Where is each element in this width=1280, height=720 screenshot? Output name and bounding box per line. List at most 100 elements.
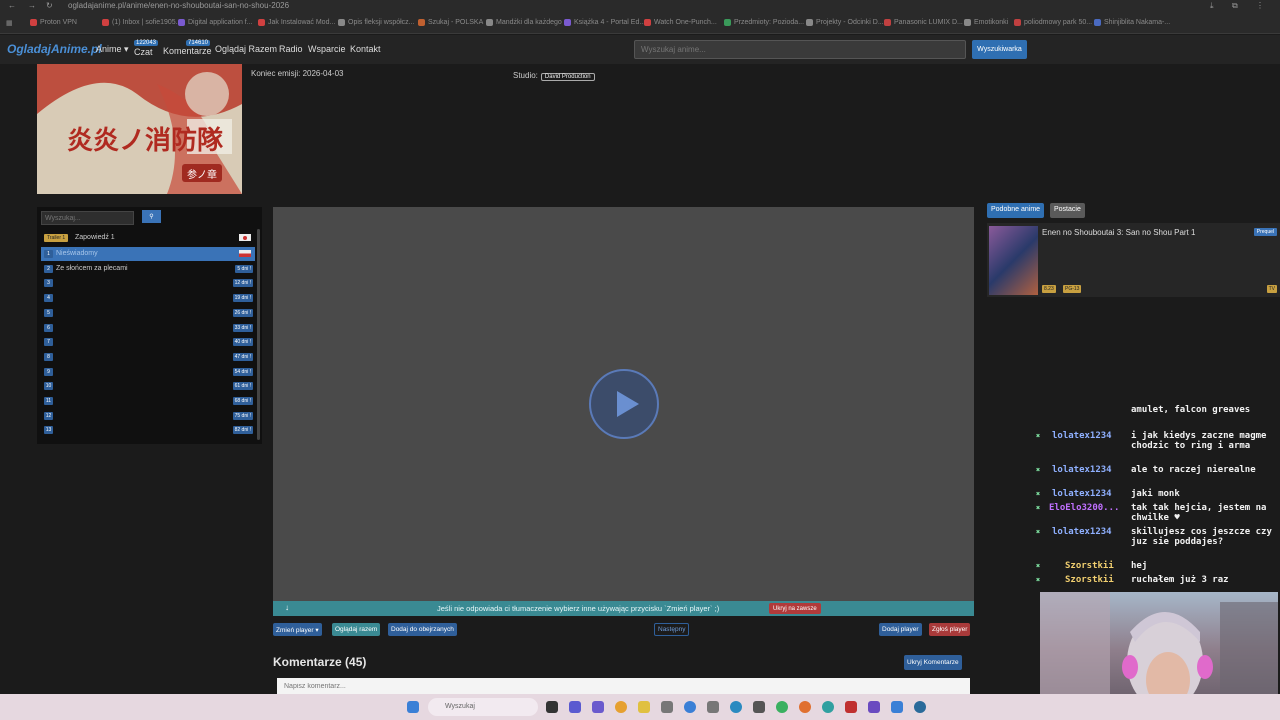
messenger-icon[interactable] [684, 701, 696, 713]
firefox-icon[interactable] [799, 701, 811, 713]
app-icon[interactable] [868, 701, 880, 713]
episode-row[interactable]: 1 Nieświadomy [41, 247, 255, 261]
hide-comments-button[interactable]: Ukryj Komentarze [904, 655, 962, 670]
bookmark-item[interactable]: Książka 4 - Portal Ed... [564, 19, 645, 26]
bookmark-item[interactable]: Mandżki dla każdego [486, 19, 562, 26]
bookmark-item[interactable]: Projekty - Odcinki D... [806, 19, 884, 26]
bookmark-item[interactable]: Jak Instalować Mod... [258, 19, 335, 26]
days-until-badge: 26 dni ! [232, 308, 253, 317]
nav-contact[interactable]: Kontakt [350, 44, 381, 54]
change-player-button[interactable]: Zmień player ▾ [273, 623, 322, 636]
teams-icon[interactable] [592, 701, 604, 713]
bookmark-item[interactable]: Digital application f... [178, 19, 253, 26]
episode-row[interactable]: 5 26 dni ! [41, 306, 255, 320]
episode-row[interactable]: 7 40 dni ! [41, 335, 255, 349]
similar-anime-card[interactable]: Enen no Shouboutai 3: San no Shou Part 1… [987, 223, 1280, 297]
whatsapp-icon[interactable] [776, 701, 788, 713]
similar-anime-title[interactable]: Enen no Shouboutai 3: San no Shou Part 1 [1042, 228, 1195, 237]
url-text[interactable]: ogladajanime.pl/anime/enen-no-shouboutai… [68, 1, 289, 10]
comment-input[interactable] [277, 678, 970, 694]
badge-icon: ✖ [1036, 466, 1041, 474]
nav-comments[interactable]: Komentarze [163, 46, 212, 56]
explorer-icon[interactable] [638, 701, 650, 713]
episode-number: 9 [44, 367, 53, 376]
bookmark-item[interactable]: Panasonic LUMIX D... [884, 19, 963, 26]
nav-radio[interactable]: Radio [279, 44, 303, 54]
chat-message-text: skillujesz cos jeszcze czy juz sie podda… [1131, 527, 1272, 547]
chrome-icon[interactable] [615, 701, 627, 713]
hide-forever-button[interactable]: Ukryj na zawsze [769, 603, 821, 614]
episode-row[interactable]: 10 61 dni ! [41, 379, 255, 393]
episode-row[interactable]: 8 47 dni ! [41, 350, 255, 364]
steam-app-icon[interactable] [914, 701, 926, 713]
taskbar-search[interactable]: Wyszukaj [428, 698, 538, 716]
episode-number: 8 [44, 352, 53, 361]
studio-tag[interactable]: David Production [540, 73, 595, 81]
task-view-icon[interactable] [546, 701, 558, 713]
nav-support[interactable]: Wsparcie [308, 44, 346, 54]
tab-characters[interactable]: Postacie [1050, 203, 1085, 218]
download-icon[interactable]: ⤓ [1210, 1, 1214, 11]
episode-row[interactable]: 13 82 dni ! [41, 423, 255, 437]
app-icon[interactable] [661, 701, 673, 713]
forward-icon[interactable]: → [28, 1, 36, 10]
episode-search-button[interactable]: ⚲ [142, 210, 161, 223]
similar-anime-thumbnail[interactable] [989, 226, 1038, 295]
steam-icon[interactable] [753, 701, 765, 713]
bookmark-item[interactable]: Szukaj - POLSKA [418, 19, 483, 26]
episode-number: 3 [44, 279, 53, 288]
video-player[interactable] [273, 207, 974, 601]
days-until-badge: 82 dni ! [232, 426, 253, 435]
back-icon[interactable]: ← [8, 1, 16, 10]
episode-row[interactable]: 2 Ze słońcem za plecami 5 dni ! [41, 262, 255, 276]
tab-similar-anime[interactable]: Podobne anime [987, 203, 1045, 218]
chat-username: lolatex1234 [1052, 431, 1112, 441]
episode-row[interactable]: 3 12 dni ! [41, 276, 255, 290]
episode-row[interactable]: 11 68 dni ! [41, 394, 255, 408]
bookmark-item[interactable]: Przedmioty: Pozioda... [724, 19, 804, 26]
episode-row[interactable]: 9 54 dni ! [41, 365, 255, 379]
episode-list-scrollbar[interactable] [257, 229, 260, 440]
watch-together-button[interactable]: Oglądaj razem [332, 623, 381, 636]
reload-icon[interactable]: ↻ [46, 1, 53, 10]
next-episode-button[interactable]: Następny [654, 623, 690, 636]
site-navbar: OgladajAnime.pl Anime ▾ 122043 Czat 7146… [0, 35, 1280, 64]
edge-icon[interactable] [822, 701, 834, 713]
search-button[interactable]: Wyszukiwarka [972, 40, 1027, 59]
app-icon[interactable] [891, 701, 903, 713]
menu-icon[interactable]: ⋮ [1256, 1, 1264, 10]
nav-watch-together[interactable]: Oglądaj Razem [215, 44, 277, 54]
add-player-button[interactable]: Dodaj player [879, 623, 922, 636]
apps-icon[interactable]: ▦ [6, 19, 13, 27]
anime-search-input[interactable] [634, 40, 966, 59]
episode-search-input[interactable] [41, 211, 134, 225]
bookmark-item[interactable]: Opis fleksji współcz... [338, 19, 415, 26]
episode-row[interactable]: 4 19 dni ! [41, 291, 255, 305]
chat-message-text: ruchałem już 3 raz [1131, 575, 1229, 585]
bookmark-item[interactable]: Proton VPN [30, 19, 77, 26]
app-icon[interactable] [845, 701, 857, 713]
nav-anime[interactable]: Anime ▾ [96, 44, 129, 55]
trailer-row[interactable]: Trailer 1 Zapowiedź 1 [41, 231, 255, 245]
add-to-watched-button[interactable]: Dodaj do obejrzanych [388, 623, 457, 636]
nav-chat[interactable]: Czat [134, 47, 153, 57]
days-until-badge: 40 dni ! [232, 338, 253, 347]
calculator-icon[interactable] [707, 701, 719, 713]
bookmark-item[interactable]: Emotikonki [964, 19, 1008, 26]
episode-row[interactable]: 6 33 dni ! [41, 321, 255, 335]
start-icon[interactable] [407, 701, 419, 713]
arrow-down-icon: ↓ [285, 603, 289, 612]
extensions-icon[interactable]: ⧉ [1232, 1, 1238, 11]
play-icon[interactable] [589, 369, 659, 439]
chat-app-icon[interactable] [569, 701, 581, 713]
episode-row[interactable]: 12 75 dni ! [41, 409, 255, 423]
bookmark-item[interactable]: poliodmowy park 50... [1014, 19, 1092, 26]
report-player-button[interactable]: Zgłoś player [929, 623, 971, 636]
bookmark-item[interactable]: Shinjiblita Nakama-... [1094, 19, 1170, 26]
app-icon[interactable] [730, 701, 742, 713]
episode-number: 10 [44, 382, 53, 391]
site-logo[interactable]: OgladajAnime.pl [7, 42, 102, 56]
bookmark-item[interactable]: Watch One-Punch... [644, 19, 717, 26]
bookmark-item[interactable]: (1) Inbox | sofie1905... [102, 19, 182, 26]
chat-message-text: ale to raczej nierealne [1131, 465, 1256, 475]
